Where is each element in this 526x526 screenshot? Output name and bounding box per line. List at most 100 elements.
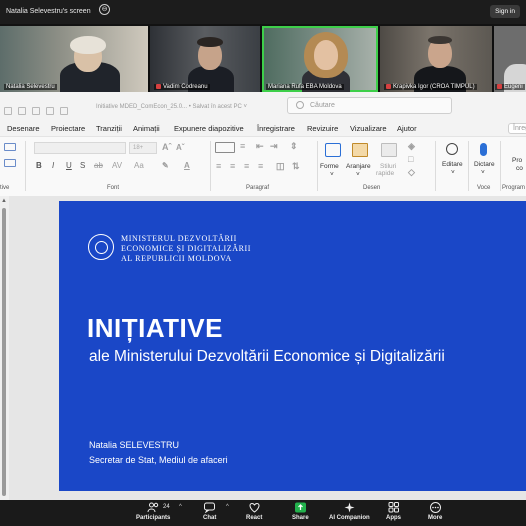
group-label-program: Program [502, 185, 526, 191]
new-slide-icon[interactable] [4, 143, 16, 151]
increase-indent-icon[interactable]: ⇥ [270, 141, 278, 152]
tab-animatii[interactable]: Animații [133, 124, 160, 133]
shapes-button-label[interactable]: Forme [320, 163, 339, 170]
sign-in-button[interactable]: Sign in [490, 5, 520, 18]
slide-subtitle: ale Ministerului Dezvoltării Economice ș… [89, 348, 445, 365]
participant-tile[interactable]: Krapivka Igor (CROA TIMPUL) [380, 26, 492, 92]
quick-access-icons [4, 102, 90, 115]
participant-tile[interactable]: Eugeni [494, 26, 526, 92]
font-color-icon[interactable]: A [184, 161, 190, 170]
program-button-label[interactable]: Pro [512, 157, 522, 164]
tab-tranzitii[interactable]: Tranziții [96, 124, 122, 133]
spacing-icon[interactable]: AV [112, 161, 122, 170]
participant-tile[interactable]: Vadim Codreanu [150, 26, 260, 92]
quick-styles-label-2[interactable]: rapide [376, 170, 394, 177]
muted-mic-icon [386, 83, 391, 89]
quick-styles-icon[interactable] [381, 143, 397, 157]
find-icon[interactable] [446, 143, 458, 155]
tab-expunere[interactable]: Expunere diapozitive [174, 124, 244, 133]
present-icon[interactable] [46, 107, 54, 115]
chevron-down-icon[interactable]: ˅ [330, 171, 334, 178]
slide-workspace: ▲ MINISTERUL DEZVOLTĂRII ECONOMICE ȘI DI… [0, 196, 526, 500]
grow-font-icon[interactable]: Aˆ [162, 142, 172, 152]
italic-icon[interactable]: I [52, 161, 54, 170]
participants-label: Participants [136, 515, 171, 521]
program-button-label-2[interactable]: co [516, 165, 523, 172]
arrange-icon[interactable] [352, 143, 368, 157]
chat-button[interactable]: Chat [203, 502, 216, 521]
shrink-font-icon[interactable]: Aˇ [176, 143, 184, 152]
document-title[interactable]: Initiative MDED_ComEcon_25.0... • Salvat… [96, 104, 247, 110]
microphone-icon[interactable] [480, 143, 487, 156]
line-spacing-icon[interactable]: ⇕ [290, 141, 298, 152]
scroll-up-icon[interactable]: ▲ [1, 198, 7, 204]
search-box[interactable]: Căutare [287, 97, 452, 114]
bullets-icon[interactable] [215, 142, 235, 153]
chat-label: Chat [203, 515, 217, 521]
shapes-icon[interactable] [325, 143, 341, 157]
vertical-scrollbar[interactable]: ▲ [0, 196, 9, 500]
slide[interactable]: MINISTERUL DEZVOLTĂRII ECONOMICE ȘI DIGI… [59, 201, 526, 491]
participant-tile-active-speaker[interactable]: Mariana Rufa EBA Moldova [262, 26, 378, 92]
align-left-icon[interactable]: ≡ [216, 161, 221, 171]
arrange-button-label[interactable]: Aranjare [346, 163, 371, 170]
highlight-icon[interactable]: ✎ [162, 161, 169, 170]
redo-icon[interactable] [32, 107, 40, 115]
editing-button-label[interactable]: Editare [442, 161, 463, 168]
tab-revizuire[interactable]: Revizuire [307, 124, 338, 133]
strikethrough-icon[interactable]: ab [94, 161, 103, 170]
zoom-meeting-toolbar: Participants 24 ^ Chat ^ React Share AI … [0, 500, 526, 526]
customize-icon[interactable] [60, 107, 68, 115]
ai-companion-button[interactable]: AI Companion [329, 502, 370, 521]
chevron-up-icon[interactable]: ^ [226, 504, 229, 510]
ribbon-separator [500, 141, 501, 191]
share-button[interactable]: Share [292, 502, 309, 521]
text-direction-icon[interactable]: ⇅ [292, 161, 300, 172]
tab-vizualizare[interactable]: Vizualizare [350, 124, 387, 133]
bold-icon[interactable]: B [36, 161, 42, 170]
shape-effects-icon[interactable]: ◇ [408, 167, 415, 178]
shadow-icon[interactable]: S [80, 161, 85, 170]
justify-icon[interactable]: ≡ [258, 161, 263, 171]
tab-proiectare[interactable]: Proiectare [51, 124, 85, 133]
undo-icon[interactable] [18, 107, 26, 115]
font-name-box[interactable] [34, 142, 126, 154]
decrease-indent-icon[interactable]: ⇤ [256, 141, 264, 152]
tab-ajutor[interactable]: Ajutor [397, 124, 417, 133]
chevron-down-icon[interactable]: ˅ [481, 169, 485, 176]
numbering-icon[interactable]: ≡ [240, 141, 245, 151]
more-label: More [428, 515, 443, 521]
scrollbar-thumb[interactable] [2, 208, 6, 496]
save-icon[interactable] [4, 107, 12, 115]
ribbon-separator [25, 141, 26, 191]
record-button[interactable]: Înreg [508, 123, 526, 134]
shape-outline-icon[interactable]: □ [408, 154, 413, 164]
quick-styles-label[interactable]: Stiluri [380, 163, 396, 170]
align-right-icon[interactable]: ≡ [244, 161, 249, 171]
change-case-icon[interactable]: Aa [134, 161, 144, 170]
chevron-up-icon[interactable]: ^ [179, 504, 182, 510]
react-button[interactable]: React [246, 502, 262, 521]
dictate-button-label[interactable]: Dictare [474, 161, 495, 168]
font-size-box[interactable]: 18+ [129, 142, 157, 154]
participant-name-text: Eugeni [504, 84, 523, 90]
chevron-down-icon[interactable]: ˅ [356, 171, 360, 178]
layout-icon[interactable] [4, 159, 16, 167]
shape-fill-icon[interactable]: ◈ [408, 141, 415, 152]
underline-icon[interactable]: U [66, 161, 72, 170]
apps-button[interactable]: Apps [386, 502, 401, 521]
columns-icon[interactable]: ◫ [276, 161, 285, 172]
tab-desenare[interactable]: Desenare [7, 124, 40, 133]
minimize-icon[interactable]: ⊖ [99, 4, 110, 15]
quick-access-toolbar: Initiative MDED_ComEcon_25.0... • Salvat… [0, 92, 526, 122]
participant-name: Mariana Rufa EBA Moldova [266, 84, 344, 90]
chevron-down-icon[interactable]: ˅ [451, 169, 455, 176]
participant-name: Natalia Selevestru [4, 84, 57, 90]
tab-inregistrare[interactable]: Înregistrare [257, 124, 295, 133]
ribbon-separator [468, 141, 469, 191]
align-center-icon[interactable]: ≡ [230, 161, 235, 171]
more-button[interactable]: More [428, 502, 442, 521]
group-label-paragraph: Paragraf [246, 185, 270, 191]
apps-icon [388, 502, 399, 513]
participant-tile[interactable]: Natalia Selevestru [0, 26, 148, 92]
